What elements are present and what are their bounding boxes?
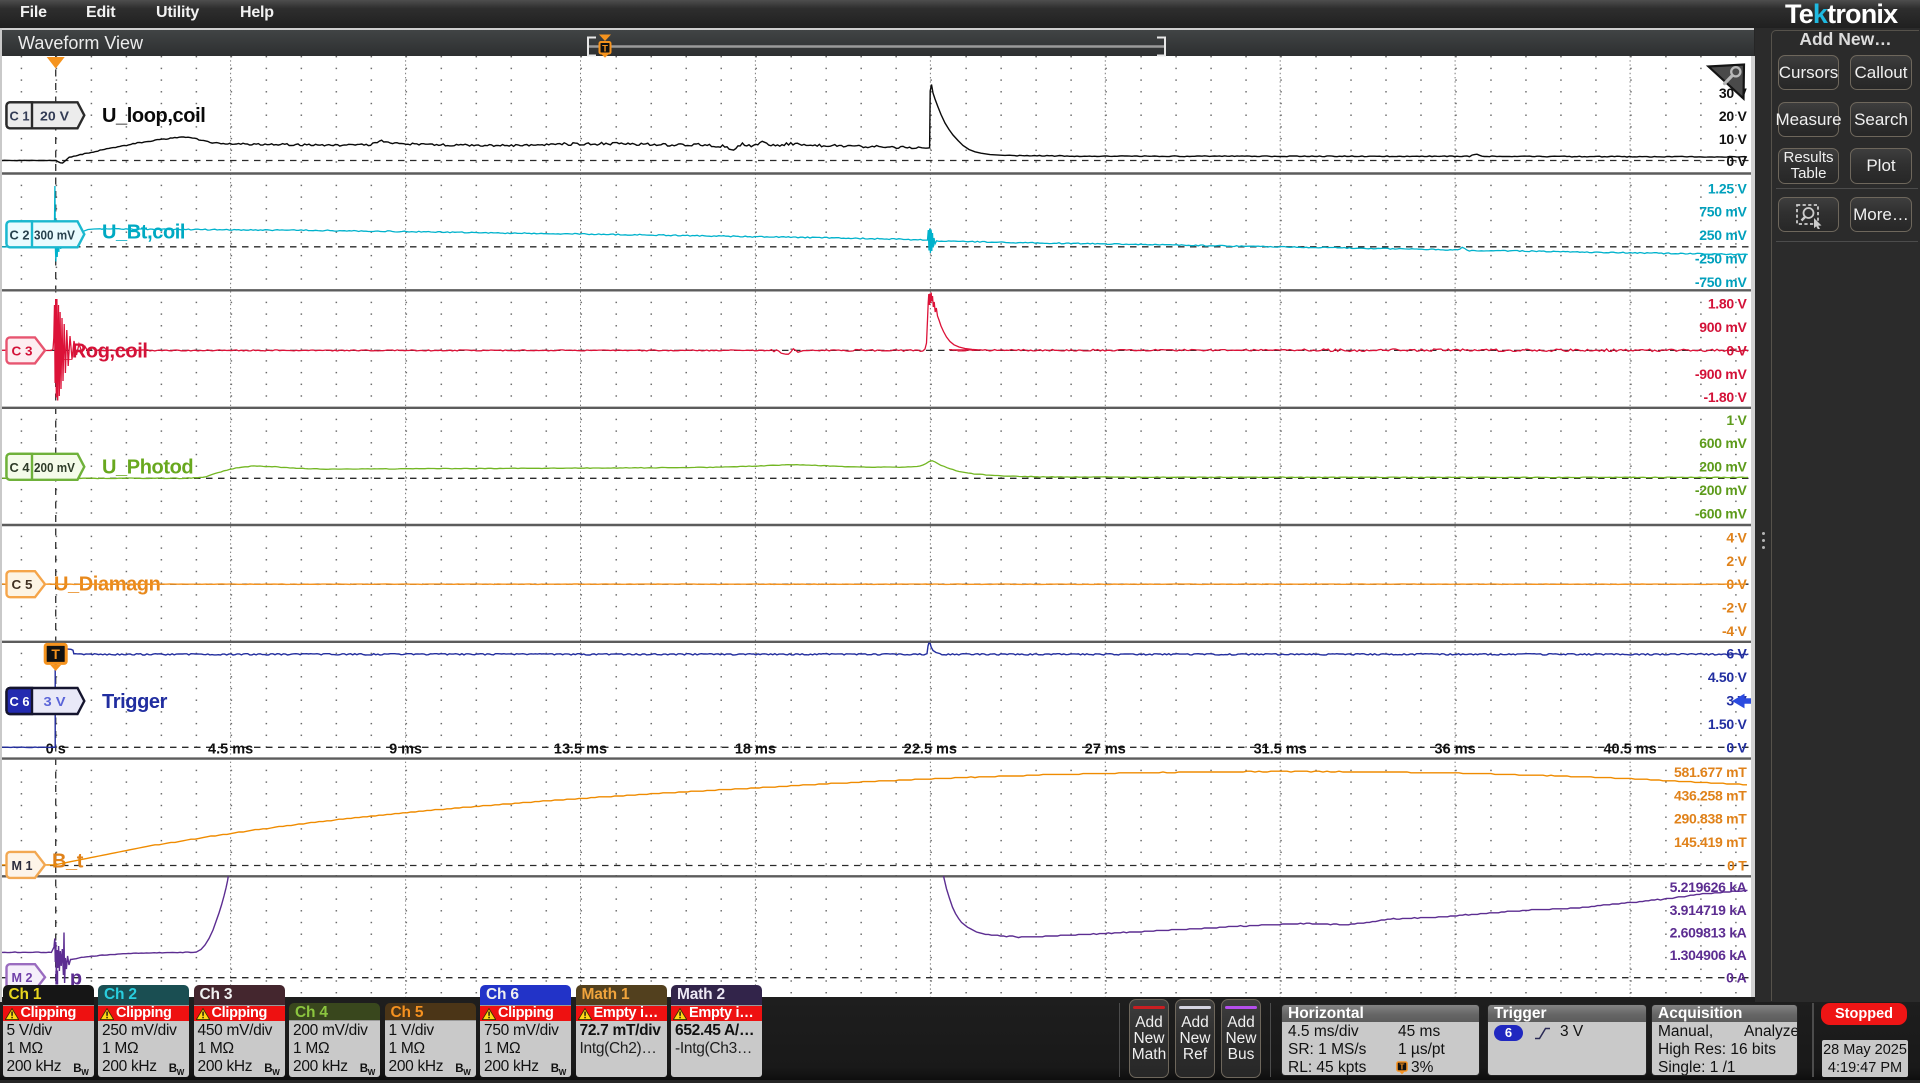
svg-text:-1.80 V: -1.80 V	[1703, 389, 1747, 405]
svg-text:581.677 mT: 581.677 mT	[1674, 764, 1747, 780]
svg-text:18 ms: 18 ms	[735, 742, 776, 758]
svg-text:1.304906 kA: 1.304906 kA	[1670, 947, 1747, 963]
svg-text:-200 mV: -200 mV	[1695, 482, 1748, 498]
svg-text:31.5 ms: 31.5 ms	[1254, 742, 1307, 758]
svg-text:0 T: 0 T	[1727, 858, 1747, 874]
svg-text:-750 mV: -750 mV	[1695, 274, 1748, 290]
svg-text:27 ms: 27 ms	[1085, 742, 1126, 758]
svg-text:250 mV: 250 mV	[1699, 227, 1747, 243]
svg-text:4.5 ms: 4.5 ms	[208, 742, 253, 758]
svg-text:3 V: 3 V	[44, 694, 66, 709]
svg-text:U_loop,coil: U_loop,coil	[102, 105, 205, 127]
svg-text:1 V: 1 V	[1726, 412, 1747, 428]
svg-text:13.5 ms: 13.5 ms	[554, 742, 607, 758]
svg-text:1.25 V: 1.25 V	[1708, 180, 1748, 196]
svg-text:600 mV: 600 mV	[1699, 435, 1747, 451]
svg-text:C 2: C 2	[10, 227, 30, 242]
svg-text:-4 V: -4 V	[1722, 623, 1747, 639]
svg-text:C 6: C 6	[10, 694, 30, 709]
svg-text:T: T	[1400, 1063, 1405, 1072]
svg-text:436.258 mT: 436.258 mT	[1674, 787, 1747, 803]
svg-text:M 2: M 2	[12, 970, 33, 985]
svg-text:300 mV: 300 mV	[34, 227, 75, 242]
svg-text:0 V: 0 V	[1726, 739, 1747, 755]
svg-text:-250 mV: -250 mV	[1695, 251, 1748, 267]
svg-text:750 mV: 750 mV	[1699, 204, 1747, 220]
svg-text:900 mV: 900 mV	[1699, 319, 1747, 335]
svg-text:9 ms: 9 ms	[389, 742, 422, 758]
svg-text:290.838 mT: 290.838 mT	[1674, 811, 1747, 827]
svg-text:M 1: M 1	[12, 858, 33, 873]
svg-text:C 1: C 1	[10, 108, 30, 123]
svg-text:1.80 V: 1.80 V	[1708, 296, 1748, 312]
svg-text:C 3: C 3	[12, 343, 33, 358]
svg-text:5.219626 kA: 5.219626 kA	[1670, 879, 1747, 895]
svg-text:2 V: 2 V	[1726, 553, 1747, 569]
svg-text:4 V: 4 V	[1726, 529, 1747, 545]
svg-text:T: T	[602, 43, 608, 54]
svg-text:T: T	[51, 646, 60, 662]
svg-text:-600 mV: -600 mV	[1695, 505, 1748, 521]
svg-text:22.5 ms: 22.5 ms	[904, 742, 957, 758]
svg-text:Trigger: Trigger	[102, 691, 168, 713]
svg-text:2.609813 kA: 2.609813 kA	[1670, 924, 1747, 940]
svg-text:145.419 mT: 145.419 mT	[1674, 834, 1747, 850]
svg-text:-900 mV: -900 mV	[1695, 366, 1748, 382]
svg-text:3.914719 kA: 3.914719 kA	[1670, 902, 1747, 918]
svg-text:36 ms: 36 ms	[1435, 742, 1476, 758]
svg-text:C 5: C 5	[12, 577, 33, 592]
svg-text:U_Bt,coil: U_Bt,coil	[102, 222, 185, 244]
svg-text:1.50 V: 1.50 V	[1708, 716, 1748, 732]
svg-text:-2 V: -2 V	[1722, 600, 1747, 616]
svg-text:B_t: B_t	[52, 851, 84, 873]
svg-text:0 V: 0 V	[1726, 153, 1747, 169]
svg-text:10 V: 10 V	[1719, 131, 1748, 147]
svg-text:20 V: 20 V	[1719, 108, 1748, 124]
svg-text:U_Photod: U_Photod	[102, 457, 193, 479]
svg-text:4.50 V: 4.50 V	[1708, 669, 1748, 685]
svg-text:0 A: 0 A	[1726, 970, 1747, 986]
svg-text:200 mV: 200 mV	[34, 460, 75, 475]
svg-text:20 V: 20 V	[40, 108, 69, 123]
svg-text:40.5 ms: 40.5 ms	[1603, 742, 1656, 758]
svg-text:C 4: C 4	[10, 460, 31, 475]
svg-text:200 mV: 200 mV	[1699, 459, 1747, 475]
